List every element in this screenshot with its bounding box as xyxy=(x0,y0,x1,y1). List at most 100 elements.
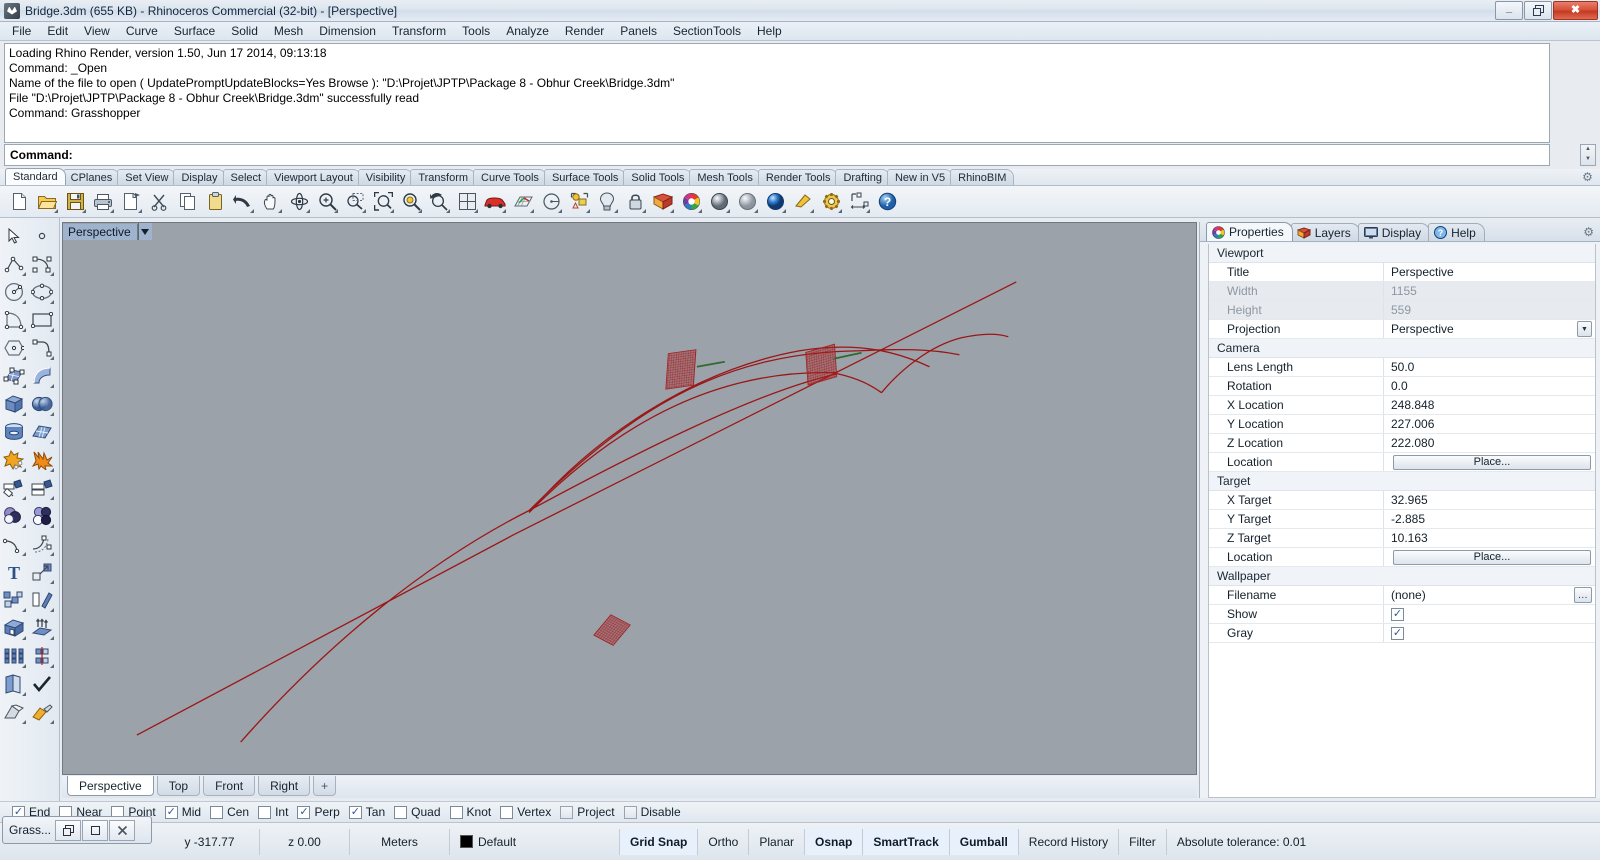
cylinder-icon[interactable] xyxy=(0,418,28,446)
menu-item-tools[interactable]: Tools xyxy=(454,22,498,40)
command-history[interactable]: Loading Rhino Render, version 1.50, Jun … xyxy=(4,43,1550,143)
minimized-maximize-button[interactable] xyxy=(82,819,109,841)
dimension-icon[interactable] xyxy=(846,189,872,215)
rotate-icon[interactable] xyxy=(28,586,56,614)
osnap-checkbox-mid[interactable] xyxy=(164,805,178,819)
property-value[interactable]: 10.163 xyxy=(1384,531,1595,545)
osnap-checkbox-quad[interactable] xyxy=(394,805,408,819)
osnap-checkbox-vertex[interactable] xyxy=(500,805,514,819)
menu-item-view[interactable]: View xyxy=(76,22,118,40)
toolbar-tab-visibility[interactable]: Visibility xyxy=(357,169,414,185)
property-value[interactable]: -2.885 xyxy=(1384,512,1595,526)
curve-fillet-icon[interactable] xyxy=(28,334,56,362)
pan-hand-icon[interactable] xyxy=(258,189,284,215)
command-prompt[interactable]: Command: xyxy=(4,144,1550,166)
toolbar-tab-new-in-v5[interactable]: New in V5 xyxy=(886,169,954,185)
polyline-icon[interactable] xyxy=(0,250,28,278)
perspective-viewport[interactable]: Perspective xyxy=(62,222,1197,775)
toolbar-tab-viewport-layout[interactable]: Viewport Layout xyxy=(266,169,361,185)
checkbox-gray[interactable] xyxy=(1391,626,1404,640)
scroll-up-arrow[interactable]: ▲ xyxy=(1581,145,1595,155)
open-folder-icon[interactable] xyxy=(34,189,60,215)
command-scrollbar[interactable]: ▲ ▼ xyxy=(1580,144,1596,166)
layers-icon[interactable] xyxy=(650,189,676,215)
copy-to-clipboard-icon[interactable] xyxy=(118,189,144,215)
paste-icon[interactable] xyxy=(202,189,228,215)
explode-icon[interactable] xyxy=(28,446,56,474)
split-icon[interactable] xyxy=(28,474,56,502)
zoom-selected-icon[interactable] xyxy=(398,189,424,215)
viewport-layout-icon[interactable] xyxy=(454,189,480,215)
osnap-disable[interactable]: Disable xyxy=(622,805,687,819)
osnap-int[interactable]: Int xyxy=(256,805,294,819)
menu-item-curve[interactable]: Curve xyxy=(118,22,166,40)
select-arrow-icon[interactable] xyxy=(0,222,28,250)
toolbar-tab-set-view[interactable]: Set View xyxy=(117,169,177,185)
status-toggle-smarttrack[interactable]: SmartTrack xyxy=(863,828,950,855)
cap-holes-icon[interactable] xyxy=(0,614,28,642)
property-value[interactable]: 248.848 xyxy=(1384,398,1595,412)
menu-item-panels[interactable]: Panels xyxy=(612,22,665,40)
minimized-restore-button[interactable] xyxy=(55,819,82,841)
checkbox-show[interactable] xyxy=(1391,607,1404,621)
fillet-curve-icon[interactable] xyxy=(0,530,28,558)
group-objects-icon[interactable] xyxy=(566,189,592,215)
text-icon[interactable]: T xyxy=(0,558,28,586)
osnap-checkbox-project[interactable] xyxy=(560,805,574,819)
zoom-window-icon[interactable] xyxy=(342,189,368,215)
chevron-down-icon[interactable] xyxy=(137,223,152,240)
point-icon[interactable] xyxy=(28,222,56,250)
property-value[interactable]: 1155 xyxy=(1384,284,1595,298)
boolean-union-icon[interactable] xyxy=(0,446,28,474)
osnap-tan[interactable]: Tan xyxy=(347,805,391,819)
status-toggle-filter[interactable]: Filter xyxy=(1119,828,1167,855)
restore-button[interactable] xyxy=(1524,1,1552,20)
zoom-previous-icon[interactable] xyxy=(426,189,452,215)
mesh-plane-icon[interactable] xyxy=(28,418,56,446)
arc-icon[interactable] xyxy=(0,306,28,334)
projection-dropdown-arrow-icon[interactable]: ▼ xyxy=(1577,321,1592,337)
help-icon[interactable]: ? xyxy=(874,189,900,215)
cut-scissors-icon[interactable] xyxy=(146,189,172,215)
control-point-curve-icon[interactable] xyxy=(28,250,56,278)
save-icon[interactable] xyxy=(62,189,88,215)
menu-item-surface[interactable]: Surface xyxy=(166,22,223,40)
lock-icon[interactable] xyxy=(622,189,648,215)
status-toggle-osnap[interactable]: Osnap xyxy=(805,828,864,855)
units-indicator[interactable]: Meters xyxy=(350,828,450,855)
trim-icon[interactable] xyxy=(0,474,28,502)
box-icon[interactable] xyxy=(0,390,28,418)
toolbar-options-gear-icon[interactable]: ⚙ xyxy=(1581,171,1594,184)
status-toggle-ortho[interactable]: Ortho xyxy=(698,828,750,855)
osnap-checkbox-disable[interactable] xyxy=(623,805,637,819)
rendered-sphere-icon[interactable] xyxy=(762,189,788,215)
osnap-checkbox-int[interactable] xyxy=(258,805,272,819)
browse-file-button[interactable]: ... xyxy=(1574,587,1592,603)
toolbar-tab-surface-tools[interactable]: Surface Tools xyxy=(543,169,627,185)
viewport-title-label[interactable]: Perspective xyxy=(63,223,138,240)
property-value[interactable]: 559 xyxy=(1384,303,1595,317)
panel-tab-display[interactable]: Display xyxy=(1357,223,1431,241)
status-toggle-planar[interactable]: Planar xyxy=(749,828,806,855)
toolbar-tab-mesh-tools[interactable]: Mesh Tools xyxy=(689,169,761,185)
circle-radius-icon[interactable] xyxy=(538,189,564,215)
osnap-cen[interactable]: Cen xyxy=(208,805,255,819)
menu-item-transform[interactable]: Transform xyxy=(384,22,454,40)
status-toggle-record-history[interactable]: Record History xyxy=(1019,828,1120,855)
move-icon[interactable] xyxy=(28,558,56,586)
osnap-checkbox-cen[interactable] xyxy=(210,805,224,819)
osnap-perp[interactable]: Perp xyxy=(295,805,345,819)
property-value[interactable]: 50.0 xyxy=(1384,360,1595,374)
layer-color-swatch[interactable] xyxy=(460,835,473,848)
rectangle-icon[interactable] xyxy=(28,306,56,334)
minimize-button[interactable]: _ xyxy=(1495,1,1523,20)
property-value[interactable]: 32.965 xyxy=(1384,493,1595,507)
viewport-geometry-canvas[interactable] xyxy=(63,223,1196,775)
panel-tab-layers[interactable]: Layers xyxy=(1290,223,1360,241)
menu-item-solid[interactable]: Solid xyxy=(223,22,266,40)
property-value[interactable]: 0.0 xyxy=(1384,379,1595,393)
mesh-panel[interactable] xyxy=(665,349,697,390)
sphere-boolean-icon[interactable] xyxy=(28,390,56,418)
osnap-vertex[interactable]: Vertex xyxy=(498,805,557,819)
osnap-mid[interactable]: Mid xyxy=(163,805,207,819)
